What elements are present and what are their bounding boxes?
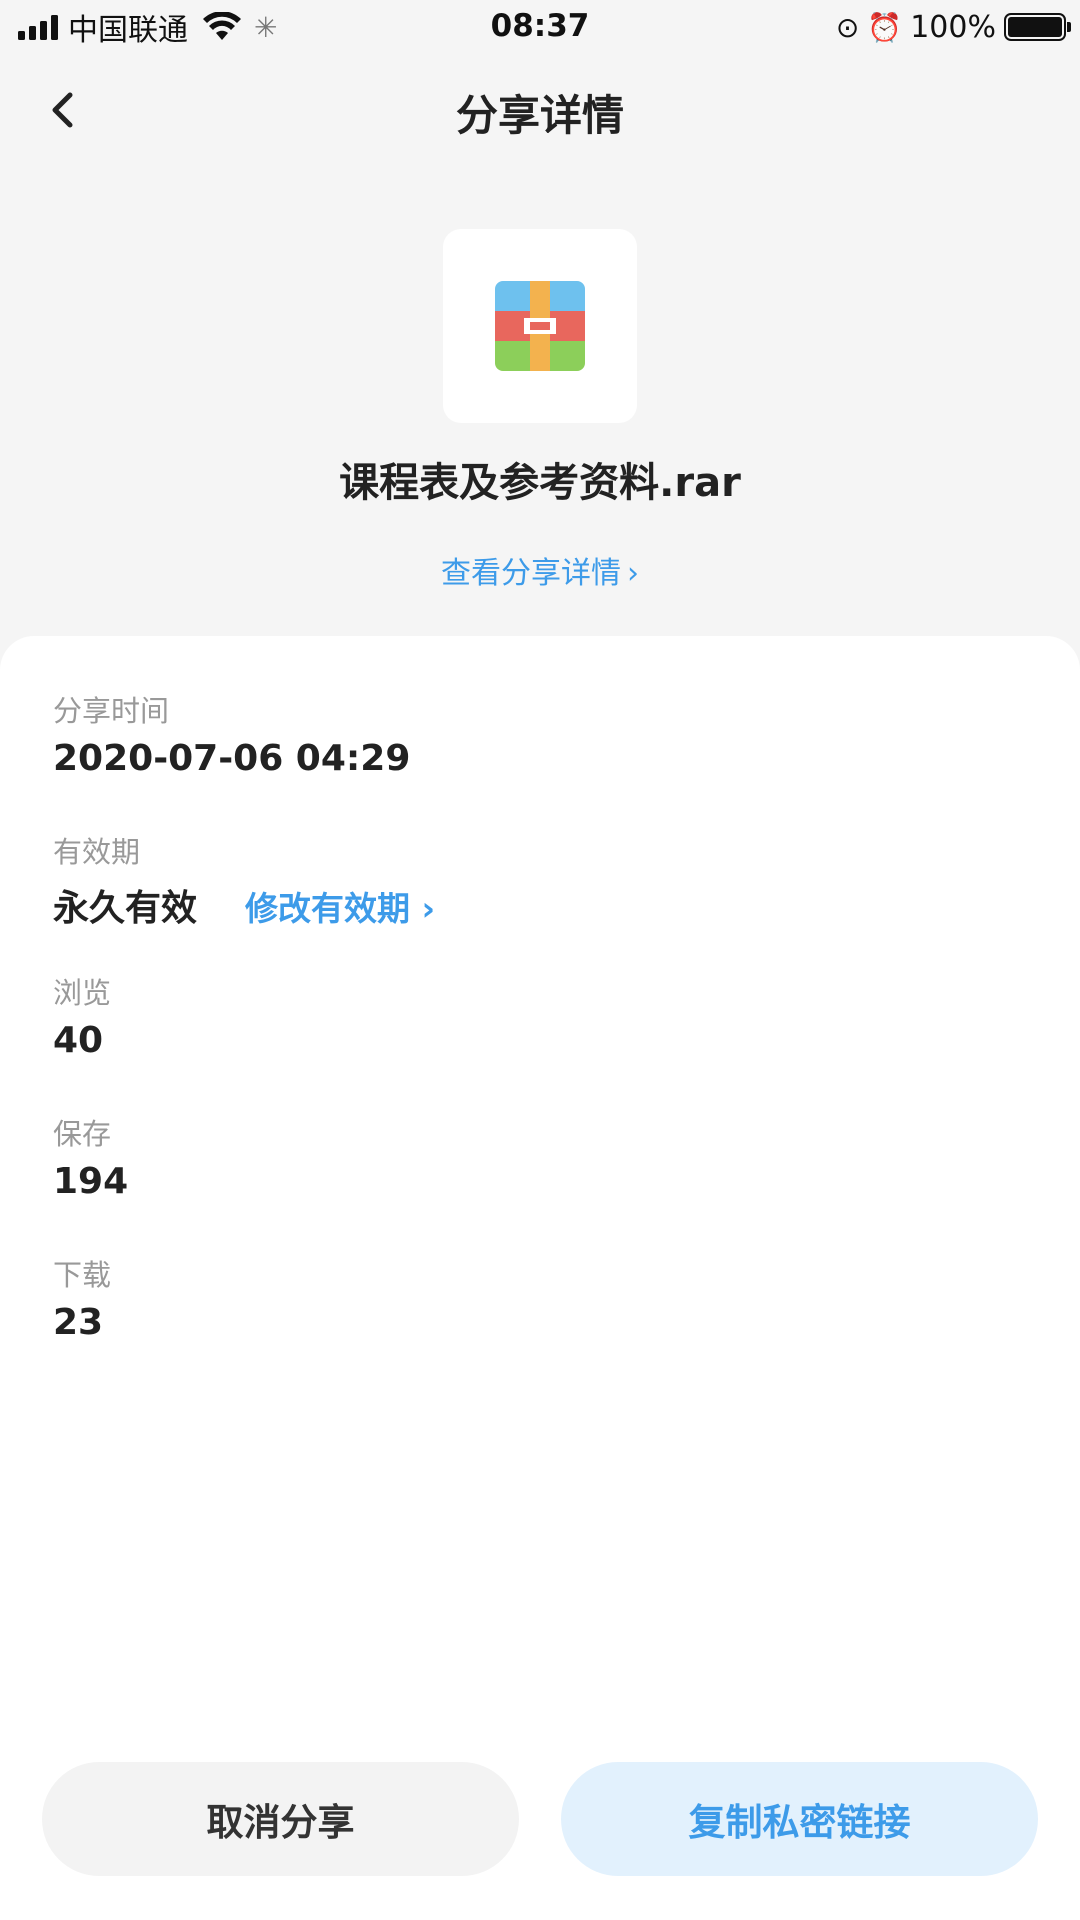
validity-label: 有效期 xyxy=(53,835,141,869)
view-share-detail-label: 查看分享详情 xyxy=(441,556,621,591)
archive-rar-icon xyxy=(495,281,585,371)
copy-private-link-button[interactable]: 复制私密链接 xyxy=(561,1762,1038,1876)
downloads-label: 下载 xyxy=(53,1258,112,1292)
saves-field: 保存 194 xyxy=(53,1111,128,1202)
share-time-value: 2020-07-06 04:29 xyxy=(53,738,411,779)
view-share-detail-link[interactable]: 查看分享详情 › xyxy=(0,548,1080,592)
downloads-value: 23 xyxy=(53,1302,104,1343)
chevron-right-icon: › xyxy=(421,889,436,928)
saves-label: 保存 xyxy=(53,1117,112,1151)
chevron-right-icon: › xyxy=(627,556,639,591)
saves-value: 194 xyxy=(53,1161,129,1202)
file-name: 课程表及参考资料.rar xyxy=(339,460,741,506)
downloads-field: 下载 23 xyxy=(53,1252,111,1343)
detail-card: 分享时间 2020-07-06 04:29 有效期 永久有效 修改有效期 › 浏… xyxy=(0,636,1080,1920)
battery-icon xyxy=(1004,13,1071,41)
alarm-icon: ⏰ xyxy=(867,10,903,44)
share-time-label: 分享时间 xyxy=(53,694,170,728)
views-label: 浏览 xyxy=(53,976,112,1010)
file-icon-container xyxy=(443,229,637,423)
rotation-lock-icon: ⊙ xyxy=(835,10,860,44)
validity-field: 有效期 永久有效 修改有效期 › xyxy=(53,829,435,931)
battery-percent: 100% xyxy=(910,9,996,45)
modify-validity-label: 修改有效期 xyxy=(245,889,411,928)
share-time-field: 分享时间 2020-07-06 04:29 xyxy=(53,688,410,779)
views-field: 浏览 40 xyxy=(53,970,111,1061)
views-value: 40 xyxy=(53,1020,104,1061)
validity-value: 永久有效 xyxy=(53,888,198,929)
modify-validity-link[interactable]: 修改有效期 › xyxy=(245,882,435,930)
cancel-share-button[interactable]: 取消分享 xyxy=(42,1762,519,1876)
status-bar: 中国联通 ✳ 08:37 ⊙ ⏰ 100% xyxy=(0,0,1080,54)
nav-bar: 分享详情 xyxy=(0,60,1080,160)
page-title: 分享详情 xyxy=(455,91,624,140)
